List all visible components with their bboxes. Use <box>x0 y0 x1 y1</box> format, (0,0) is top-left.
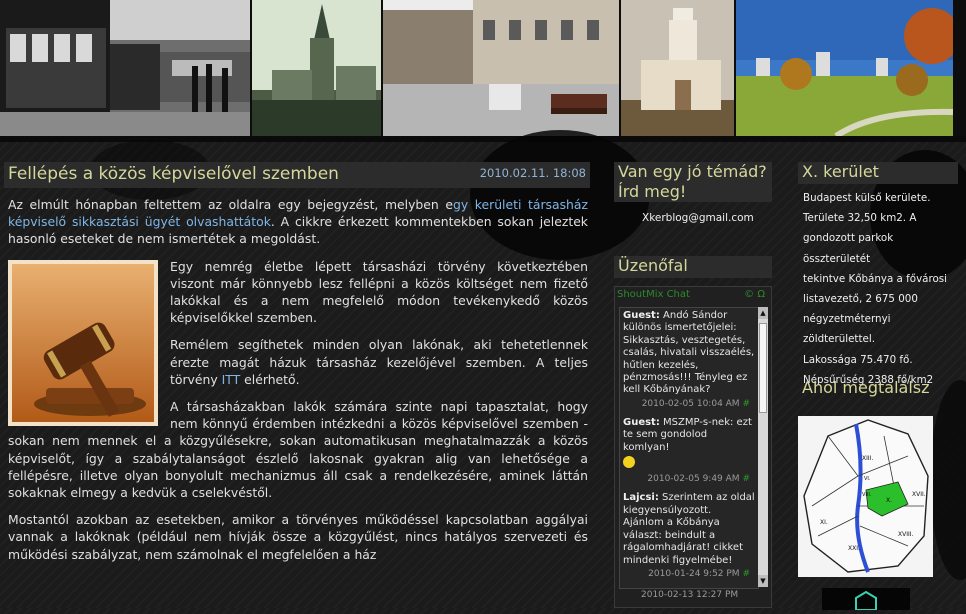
district-info: Budapest külső kerülete. Területe 32,50 … <box>803 188 963 390</box>
district-line: listavezető, 2 675 000 <box>803 293 918 306</box>
pin-icon[interactable]: # <box>742 399 750 409</box>
map-label: XIII. <box>862 455 873 462</box>
topic-heading-line: Van egy jó témád? <box>618 162 767 181</box>
map-heading: Ahol megtalálsz <box>802 378 930 397</box>
post-body: Az elmúlt hónapban feltettem az oldalra … <box>8 196 588 573</box>
gavel-image <box>8 259 158 426</box>
shout-text: Andó Sándor különös ismertetőjelei: Sikk… <box>623 310 755 396</box>
shout-author: Lajcsi: <box>623 492 659 504</box>
shout-message: Guest: MSZMP-s-nek: ezt te sem gondolod … <box>620 415 758 475</box>
budapest-map[interactable]: X. XVII. XVIII. XI. XXI. VIII. XIII. VI. <box>798 416 933 577</box>
wall-heading: Üzenőfal <box>614 256 772 278</box>
shout-scrollbar[interactable]: ▲ ▼ <box>758 307 768 587</box>
shout-meta: 2010-02-05 10:04 AM # <box>620 399 758 409</box>
square-photo <box>383 0 619 136</box>
map-label: VIII. <box>862 492 872 498</box>
district-line: gondozott parkok összterületét <box>803 232 894 265</box>
contact-email[interactable]: Xkerblog@gmail.com <box>642 212 754 224</box>
text: Az elmúlt hónapban feltettem az oldalra … <box>8 197 453 212</box>
scroll-up-arrow-icon[interactable]: ▲ <box>758 307 768 319</box>
map-label: XVII. <box>912 491 926 498</box>
shout-author: Guest: <box>623 310 660 321</box>
shoutbox-header: ShoutMix Chat © Ω <box>617 289 769 303</box>
text: elérhető. <box>240 371 300 387</box>
map-label: VI. <box>864 476 871 482</box>
pin-icon[interactable]: # <box>742 569 750 579</box>
map-label: XVIII. <box>898 531 914 538</box>
district-line: Budapest külső kerülete. <box>803 192 931 204</box>
district-heading: X. kerület <box>798 162 958 184</box>
post-date: 2010.02.11. 18:08 <box>479 166 586 180</box>
shout-list[interactable]: Guest: Andó Sándor különös ismertetőjele… <box>619 307 759 589</box>
footer-logo <box>822 588 910 611</box>
topic-heading-line: Írd meg! <box>618 182 687 201</box>
post-title[interactable]: Fellépés a közös képviselővel szemben <box>8 164 339 184</box>
scroll-down-arrow-icon[interactable]: ▼ <box>758 575 768 587</box>
header-banner <box>0 0 966 142</box>
shout-meta: 2010-02-05 9:49 AM # <box>620 474 758 484</box>
map-label: XI. <box>820 519 828 526</box>
shout-author: Guest: <box>623 416 660 428</box>
shout-time: 2010-01-24 9:52 PM <box>648 568 740 579</box>
shout-time: 2010-02-05 10:04 AM <box>641 398 740 409</box>
district-line: Lakossága 75.470 fő. <box>803 353 913 366</box>
smiley-icon <box>623 456 635 469</box>
shout-time: 2010-02-05 9:49 AM <box>647 474 740 485</box>
district-line: négyzetméternyi zöldterülettel. <box>803 313 891 346</box>
shout-message: Lajcsi: Szerintem az oldal kiegyensúlyoz… <box>620 490 758 568</box>
shout-footer-time: 2010-02-13 12:27 PM <box>641 590 739 600</box>
shout-message: Guest: Andó Sándor különös ismertetőjele… <box>620 308 758 399</box>
shoutmix-label[interactable]: ShoutMix Chat <box>617 289 690 300</box>
park-photo <box>736 0 953 136</box>
shoutmix-icons[interactable]: © Ω <box>744 289 765 300</box>
map-label: XXI. <box>848 545 860 552</box>
chapel-photo <box>621 0 734 136</box>
shout-meta: 2010-01-24 9:52 PM # <box>620 569 758 579</box>
topic-heading: Van egy jó témád? Írd meg! <box>614 162 772 202</box>
church-photo <box>252 0 381 136</box>
district-line: tekintve Kőbánya a fővárosi <box>803 272 948 285</box>
post-paragraph: Mostantól azokban az esetekben, amikor a… <box>8 512 588 562</box>
district-line: Területe 32,50 km2. A <box>803 212 917 225</box>
tram-photo <box>0 0 250 136</box>
ink-splatter <box>930 380 966 580</box>
map-label: X. <box>886 497 892 504</box>
post-paragraph: Az elmúlt hónapban feltettem az oldalra … <box>8 196 588 248</box>
shoutbox: ShoutMix Chat © Ω Guest: Andó Sándor kül… <box>614 286 772 608</box>
scroll-thumb[interactable] <box>759 323 767 413</box>
pin-icon[interactable]: # <box>742 474 750 484</box>
law-link[interactable]: ITT <box>222 372 241 387</box>
